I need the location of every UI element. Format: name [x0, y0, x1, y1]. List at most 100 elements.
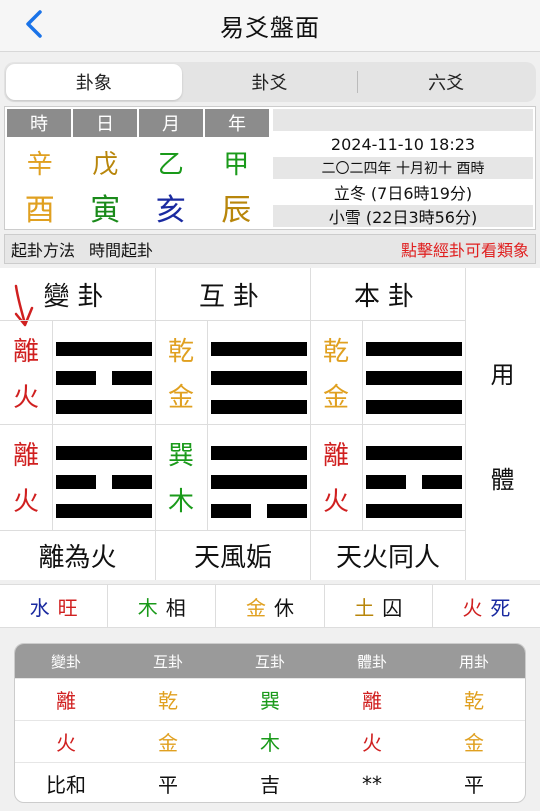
hexagram-grid: 變卦 互卦 本卦 用 體 離為火 天風姤 天火同人 離火離火乾金巽木乾金離火	[0, 268, 540, 580]
line-segment	[211, 475, 307, 489]
trigram-hint: 點擊經卦可看類象	[400, 241, 529, 260]
element-label: 水	[29, 595, 50, 620]
date-info-panel: 時 日 月 年 辛 戊 乙 甲 酉 寅 亥 辰 2024-11-10 18:23…	[4, 106, 536, 230]
line-segment	[211, 371, 307, 385]
yang-line	[366, 342, 462, 356]
trigram-name[interactable]: 離	[6, 430, 46, 476]
grid-divider	[465, 268, 466, 580]
lunar-date: 二〇二四年 十月初十 酉時	[273, 157, 533, 179]
line-segment	[56, 446, 152, 460]
page-title: 易爻盤面	[220, 14, 320, 42]
trigram-element[interactable]: 火	[6, 372, 46, 418]
trigram-name[interactable]: 離	[6, 326, 46, 372]
branch-day: 寅	[90, 193, 121, 228]
line-segment	[56, 504, 152, 518]
line-segment	[366, 504, 462, 518]
yang-line	[56, 504, 152, 518]
grid-divider	[207, 320, 208, 530]
column-header: 互卦	[254, 652, 285, 671]
summary-header-row: 變卦 互卦 互卦 體卦 用卦	[15, 644, 525, 678]
yang-line	[366, 504, 462, 518]
stem-day: 戊	[92, 149, 119, 180]
line-segment	[366, 371, 462, 385]
line-segment	[211, 504, 251, 518]
tab-guayao[interactable]: 卦爻	[182, 64, 358, 100]
line-segment	[56, 400, 152, 414]
stem-year: 甲	[223, 149, 250, 180]
branch-hour: 酉	[24, 193, 55, 228]
tab-liuyao[interactable]: 六爻	[358, 64, 534, 100]
line-segment	[366, 475, 406, 489]
line-segment	[422, 475, 462, 489]
yin-line	[211, 504, 307, 518]
wuxing-state-item: 木相	[108, 585, 217, 627]
trigram-element[interactable]: 金	[316, 372, 356, 418]
gregorian-datetime: 2024-11-10 18:23	[330, 134, 476, 154]
change-arrow-icon	[14, 284, 34, 327]
line-segment	[211, 400, 307, 414]
method-bar: 起卦方法 時間起卦 點擊經卦可看類象	[4, 234, 536, 264]
pillar-header-month: 月	[139, 109, 203, 137]
table-cell: 吉	[260, 773, 280, 797]
back-button[interactable]	[14, 4, 54, 44]
yang-line	[211, 475, 307, 489]
table-cell: 木	[260, 731, 280, 755]
column-header: 體卦	[356, 652, 387, 671]
trigram-name[interactable]: 乾	[316, 326, 356, 372]
trigram-name[interactable]: 巽	[161, 430, 201, 476]
yin-line	[56, 475, 152, 489]
method-value: 時間起卦	[89, 241, 154, 260]
table-cell: 火	[56, 731, 76, 755]
wuxing-state-item: 火死	[433, 585, 540, 627]
hex-name-hu[interactable]: 天風姤	[156, 530, 310, 580]
table-cell: 乾	[158, 689, 178, 713]
line-segment	[112, 371, 152, 385]
grid-divider	[0, 320, 465, 321]
trigram-element[interactable]: 木	[161, 476, 201, 522]
yang-line	[56, 400, 152, 414]
trigram-name[interactable]: 乾	[161, 326, 201, 372]
line-segment	[56, 342, 152, 356]
app-header: 易爻盤面	[0, 0, 540, 52]
grid-divider	[52, 320, 53, 530]
hex-name-bian[interactable]: 離為火	[0, 530, 155, 580]
tab-guaxiang[interactable]: 卦象	[6, 64, 182, 100]
table-cell: 乾	[464, 689, 484, 713]
table-cell: 離	[362, 689, 382, 713]
role-ti: 體	[490, 465, 515, 494]
table-row: 比和 平 吉 ** 平	[15, 762, 525, 802]
trigram-element[interactable]: 火	[6, 476, 46, 522]
trigram-element[interactable]: 金	[161, 372, 201, 418]
table-cell: 平	[464, 773, 484, 797]
trigram-name[interactable]: 離	[316, 430, 356, 476]
table-row: 火金木火金	[15, 720, 525, 762]
pillar-headers: 時 日 月 年	[7, 109, 269, 137]
hex-name-ben[interactable]: 天火同人	[311, 530, 465, 580]
yang-line	[56, 446, 152, 460]
yang-line	[211, 446, 307, 460]
solar-term-current: 立冬 (7日6時19分)	[333, 184, 473, 203]
tab-bar: 卦象 卦爻 六爻	[4, 62, 536, 102]
trigram-element[interactable]: 火	[316, 476, 356, 522]
element-label: 金	[246, 595, 266, 620]
table-row: 離乾巽離乾	[15, 678, 525, 720]
element-label: 土	[354, 595, 375, 620]
pillar-header-year: 年	[205, 109, 269, 137]
info-spacer	[273, 109, 533, 131]
pillar-stems: 辛 戊 乙 甲	[7, 141, 269, 183]
chevron-left-icon	[26, 10, 42, 38]
yang-line	[211, 371, 307, 385]
column-header: 變卦	[50, 652, 81, 671]
line-segment	[56, 475, 96, 489]
summary-table: 變卦 互卦 互卦 體卦 用卦 離 乾 巽 離 乾火 金 木 火 金比和 平 吉 ** 平	[14, 643, 526, 803]
table-cell: 離	[56, 689, 76, 713]
table-cell: 平	[158, 773, 178, 797]
branch-year: 辰	[221, 193, 252, 228]
grid-divider	[362, 320, 363, 530]
state-label: 休	[274, 595, 294, 620]
grid-divider	[0, 424, 465, 425]
solar-term-next: 小雪 (22日3時56分)	[273, 205, 533, 227]
line-segment	[112, 475, 152, 489]
pillar-header-day: 日	[73, 109, 137, 137]
line-segment	[267, 504, 307, 518]
